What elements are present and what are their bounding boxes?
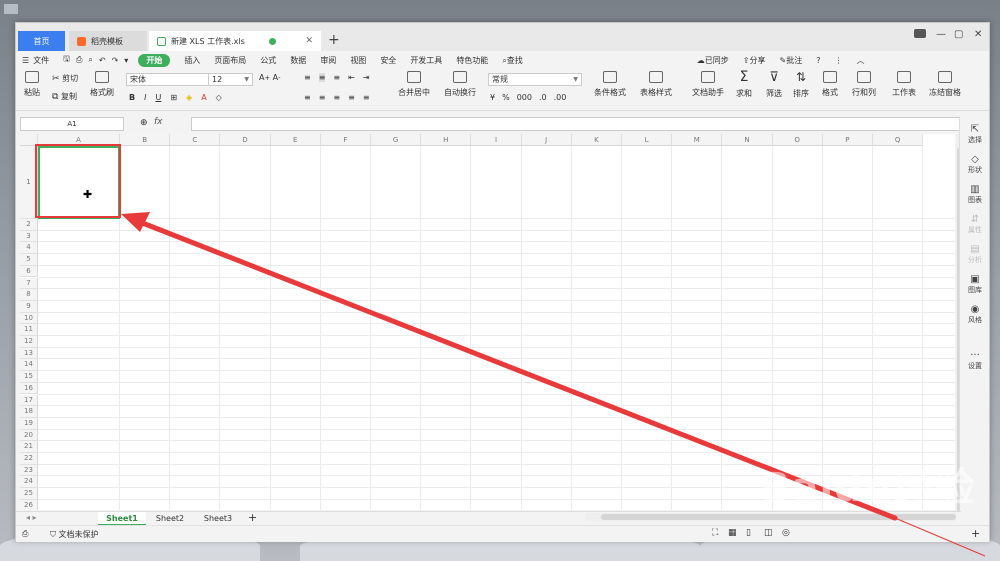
- cell-select-cursor-icon: ✚: [83, 188, 93, 201]
- watermark: Baidu经验: [760, 465, 976, 511]
- arrow-tail: [894, 517, 986, 557]
